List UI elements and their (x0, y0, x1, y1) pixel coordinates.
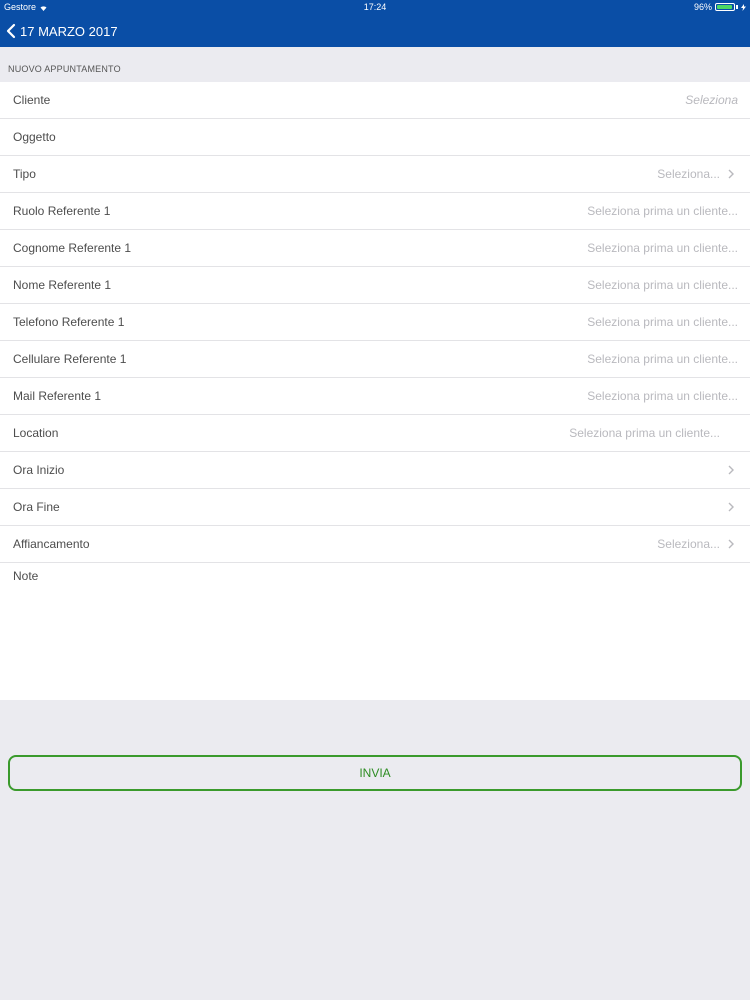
row-label: Mail Referente 1 (13, 389, 102, 403)
row-value: Seleziona prima un cliente... (587, 278, 738, 292)
row-label: Nome Referente 1 (13, 278, 112, 292)
section-header: NUOVO APPUNTAMENTO (0, 47, 750, 82)
row-label: Cognome Referente 1 (13, 241, 132, 255)
chevron-left-icon (6, 23, 16, 39)
charging-icon (741, 3, 746, 11)
section-title: NUOVO APPUNTAMENTO (8, 64, 121, 74)
row-value: Seleziona... (657, 537, 720, 551)
battery-cap (736, 5, 738, 9)
battery-percent: 96% (693, 2, 712, 12)
status-bar: Gestore 17:24 96% (0, 0, 750, 14)
notes-field[interactable]: Note (0, 563, 750, 700)
row-ruolo-referente[interactable]: Ruolo Referente 1 Seleziona prima un cli… (0, 193, 750, 230)
row-value: Seleziona prima un cliente... (587, 204, 738, 218)
row-value: Seleziona prima un cliente... (587, 352, 738, 366)
row-label: Cellulare Referente 1 (13, 352, 127, 366)
row-value: Seleziona prima un cliente... (587, 315, 738, 329)
chevron-right-icon (728, 539, 734, 549)
chevron-right-icon (728, 465, 734, 475)
battery-level (717, 5, 733, 9)
row-tipo[interactable]: Tipo Seleziona... (0, 156, 750, 193)
row-cliente[interactable]: Cliente Seleziona (0, 82, 750, 119)
row-label: Oggetto (13, 130, 56, 144)
row-telefono-referente[interactable]: Telefono Referente 1 Seleziona prima un … (0, 304, 750, 341)
status-time: 17:24 (363, 2, 387, 12)
row-label: Affiancamento (13, 537, 90, 551)
chevron-right-icon (728, 169, 734, 179)
row-ora-inizio[interactable]: Ora Inizio (0, 452, 750, 489)
row-cognome-referente[interactable]: Cognome Referente 1 Seleziona prima un c… (0, 230, 750, 267)
appointment-form: Cliente Seleziona Oggetto Tipo Seleziona… (0, 82, 750, 700)
row-label: Telefono Referente 1 (13, 315, 125, 329)
notes-label: Note (13, 569, 39, 583)
row-value: Seleziona prima un cliente... (569, 426, 720, 440)
row-label: Tipo (13, 167, 36, 181)
back-button[interactable]: 17 MARZO 2017 (6, 20, 118, 42)
row-label: Ruolo Referente 1 (13, 204, 111, 218)
back-label: 17 MARZO 2017 (20, 23, 118, 39)
row-location[interactable]: Location Seleziona prima un cliente... (0, 415, 750, 452)
row-nome-referente[interactable]: Nome Referente 1 Seleziona prima un clie… (0, 267, 750, 304)
chevron-right-icon (728, 502, 734, 512)
navigation-header: Gestore 17:24 96% 17 MARZO 2017 (0, 0, 750, 47)
row-label: Ora Fine (13, 500, 60, 514)
row-label: Cliente (13, 93, 51, 107)
row-ora-fine[interactable]: Ora Fine (0, 489, 750, 526)
row-value: Seleziona (685, 93, 738, 107)
row-value: Seleziona prima un cliente... (587, 389, 738, 403)
row-label: Ora Inizio (13, 463, 65, 477)
row-cellulare-referente[interactable]: Cellulare Referente 1 Seleziona prima un… (0, 341, 750, 378)
row-affiancamento[interactable]: Affiancamento Seleziona... (0, 526, 750, 563)
send-button[interactable]: INVIA (8, 755, 742, 791)
row-value: Seleziona prima un cliente... (587, 241, 738, 255)
row-label: Location (13, 426, 59, 440)
row-oggetto[interactable]: Oggetto (0, 119, 750, 156)
row-mail-referente[interactable]: Mail Referente 1 Seleziona prima un clie… (0, 378, 750, 415)
row-value: Seleziona... (657, 167, 720, 181)
battery-icon (715, 3, 735, 11)
